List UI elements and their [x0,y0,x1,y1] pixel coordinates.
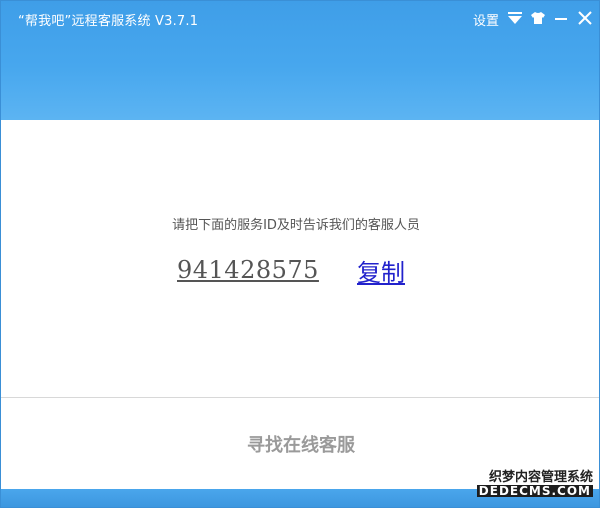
copy-button[interactable]: 复制 [357,253,405,288]
menu-dropdown-icon[interactable] [507,11,523,25]
skin-shirt-icon[interactable] [530,11,546,25]
service-id: 941428575 [177,256,319,284]
title-bar: “帮我吧”远程客服系统 V3.7.1 设置 [1,1,599,120]
instruction-text: 请把下面的服务ID及时告诉我们的客服人员 [172,218,420,233]
window-title: “帮我吧”远程客服系统 V3.7.1 [18,14,199,29]
main-content: 请把下面的服务ID及时告诉我们的客服人员 941428575 复制 [1,120,599,397]
minimize-icon[interactable] [553,11,569,25]
app-window: “帮我吧”远程客服系统 V3.7.1 设置 请把下面的服务ID及时告诉我们的客服… [0,0,600,508]
watermark-line1: 织梦内容管理系统 [488,470,593,485]
close-icon[interactable] [577,11,593,25]
divider [1,397,599,398]
watermark: 织梦内容管理系统 DEDECMS.COM [476,470,593,498]
find-online-service-button[interactable]: 寻找在线客服 [1,431,599,457]
watermark-line2: DEDECMS.COM [476,483,593,498]
settings-button[interactable]: 设置 [473,10,499,29]
